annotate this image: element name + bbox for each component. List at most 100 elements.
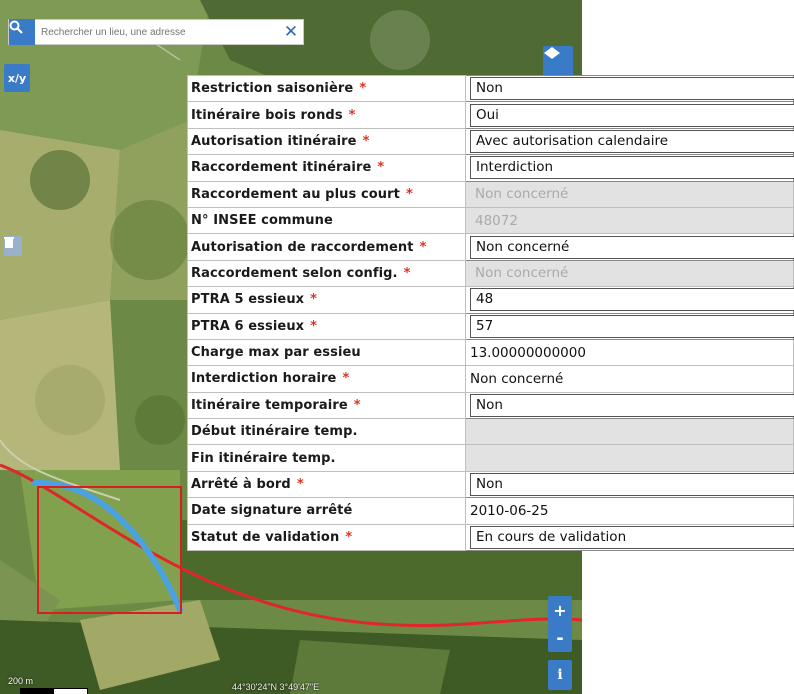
attribute-label-text: PTRA 6 essieux — [191, 318, 305, 334]
attribute-value-cell: Non — [465, 391, 794, 420]
attribute-value-field[interactable]: 48 — [470, 288, 794, 312]
coordinates-button[interactable]: x/y — [4, 64, 30, 92]
attribute-label-text: Interdiction horaire — [191, 371, 337, 387]
attribute-label-text: Restriction saisonière — [191, 81, 354, 97]
attribute-label: Date signature arrêté — [187, 497, 466, 525]
attribute-value-cell — [465, 444, 794, 472]
attribute-label: Itinéraire bois ronds * — [187, 101, 466, 129]
attribute-value-cell — [465, 418, 794, 446]
attribute-label-text: Raccordement au plus court — [191, 186, 400, 202]
attribute-value-field[interactable]: En cours de validation — [470, 525, 794, 549]
required-marker: * — [362, 133, 370, 149]
attribute-row: Itinéraire temporaire * Non — [187, 391, 794, 420]
attribute-label-text: Autorisation de raccordement — [191, 239, 414, 255]
attribute-value: 2010-06-25 — [470, 502, 549, 519]
required-marker: * — [310, 318, 318, 334]
scale-bar — [20, 688, 88, 694]
required-marker: * — [345, 529, 353, 545]
attribute-label: N° INSEE commune — [187, 206, 466, 235]
clear-search-icon[interactable]: ✕ — [279, 22, 303, 42]
attribute-label: Itinéraire temporaire * — [187, 391, 466, 420]
attribute-label-text: Arrêté à bord — [191, 477, 291, 493]
attribute-row: Charge max par essieu 13.00000000000 — [187, 338, 794, 367]
attribute-label-text: Itinéraire bois ronds — [191, 107, 343, 123]
attribute-value-cell: 48072 — [465, 206, 794, 235]
attribute-value-cell: Non — [465, 470, 794, 499]
attribute-row: PTRA 6 essieux * 57 — [187, 312, 794, 340]
attribute-label: Statut de validation * — [187, 523, 466, 552]
attribute-value-field[interactable]: Avec autorisation calendaire — [470, 129, 794, 153]
attribute-label: Arrêté à bord * — [187, 470, 466, 499]
required-marker: * — [342, 371, 350, 387]
attribute-label-text: PTRA 5 essieux — [191, 292, 305, 308]
attribute-label: PTRA 5 essieux * — [187, 286, 466, 314]
attribute-label: Autorisation de raccordement * — [187, 233, 466, 261]
attribute-value-field[interactable]: Interdiction — [470, 156, 794, 180]
required-marker: * — [377, 160, 385, 176]
attribute-value-cell: Non concerné — [465, 259, 794, 288]
attribute-value-cell: 57 — [465, 312, 794, 340]
search-input[interactable] — [35, 25, 279, 39]
attribute-value: 13.00000000000 — [470, 344, 586, 361]
required-marker: * — [310, 292, 318, 308]
attribute-label: PTRA 6 essieux * — [187, 312, 466, 340]
attribute-value-field[interactable]: Non concerné — [470, 235, 794, 259]
required-marker: * — [348, 107, 356, 123]
attribute-row: Raccordement itinéraire * Interdiction — [187, 154, 794, 182]
required-marker: * — [296, 477, 304, 493]
attribute-value-field[interactable]: Non — [470, 473, 794, 497]
attribute-value-cell: Avec autorisation calendaire — [465, 127, 794, 156]
layers-icon[interactable] — [543, 46, 573, 76]
attribute-value-field[interactable]: Non — [470, 393, 794, 417]
attribute-value: 48072 — [475, 212, 518, 229]
attribute-label: Début itinéraire temp. — [187, 418, 466, 446]
attribute-label: Raccordement au plus court * — [187, 180, 466, 208]
zoom-out-button[interactable]: - — [548, 624, 572, 652]
attribute-row: Raccordement au plus court * Non concerné — [187, 180, 794, 208]
attribute-label-text: Charge max par essieu — [191, 345, 361, 361]
attribute-label: Interdiction horaire * — [187, 365, 466, 393]
attribute-value-field[interactable]: Oui — [470, 103, 794, 127]
attribute-value-field[interactable]: Non — [470, 77, 794, 101]
attribute-row: Arrêté à bord * Non — [187, 470, 794, 499]
attribute-label: Charge max par essieu — [187, 338, 466, 367]
required-marker: * — [403, 265, 411, 281]
attribute-row: Autorisation itinéraire * Avec autorisatio… — [187, 127, 794, 156]
attribute-row: Itinéraire bois ronds * Oui — [187, 101, 794, 129]
required-marker: * — [405, 186, 413, 202]
attribute-row: Interdiction horaire * Non concerné — [187, 365, 794, 393]
attribute-label-text: Itinéraire temporaire — [191, 397, 348, 413]
zoom-in-button[interactable]: + — [548, 596, 572, 624]
attribute-value: Non concerné — [475, 265, 569, 282]
attribute-label: Fin itinéraire temp. — [187, 444, 466, 472]
attribute-label-text: N° INSEE commune — [191, 213, 333, 229]
attribute-label-text: Début itinéraire temp. — [191, 424, 358, 440]
attribute-row: Restriction saisonière * Non — [187, 74, 794, 103]
attribute-label: Raccordement selon config. * — [187, 259, 466, 288]
attribute-row: Date signature arrêté 2010-06-25 — [187, 497, 794, 525]
search-icon[interactable] — [9, 19, 35, 45]
attribute-value-cell: 2010-06-25 — [465, 497, 794, 525]
attribute-value-cell: Non concerné — [465, 365, 794, 393]
attribute-value-cell: Interdiction — [465, 154, 794, 182]
attribute-row: PTRA 5 essieux * 48 — [187, 286, 794, 314]
attribute-value-field[interactable]: 57 — [470, 314, 794, 338]
trash-icon[interactable] — [4, 236, 22, 256]
attribute-value-cell: Non concerné — [465, 233, 794, 261]
attribute-table: Restriction saisonière * Non Itinéraire boi… — [187, 74, 794, 552]
required-marker: * — [353, 397, 361, 413]
attribute-label-text: Date signature arrêté — [191, 503, 353, 519]
attribute-value: Non concerné — [475, 186, 569, 203]
attribute-row: Autorisation de raccordement * Non concern… — [187, 233, 794, 261]
attribute-row: Statut de validation * En cours de validat… — [187, 523, 794, 552]
attribute-label-text: Raccordement selon config. — [191, 265, 398, 281]
required-marker: * — [419, 239, 427, 255]
attribute-value: Non concerné — [470, 370, 564, 387]
attribute-value-cell: 48 — [465, 286, 794, 314]
attribute-label-text: Fin itinéraire temp. — [191, 450, 336, 466]
attribute-value-cell: Non concerné — [465, 180, 794, 208]
info-button[interactable]: i — [548, 660, 572, 690]
attribute-label-text: Autorisation itinéraire — [191, 133, 357, 149]
attribute-value-cell: Oui — [465, 101, 794, 129]
attribute-label-text: Statut de validation — [191, 529, 340, 545]
